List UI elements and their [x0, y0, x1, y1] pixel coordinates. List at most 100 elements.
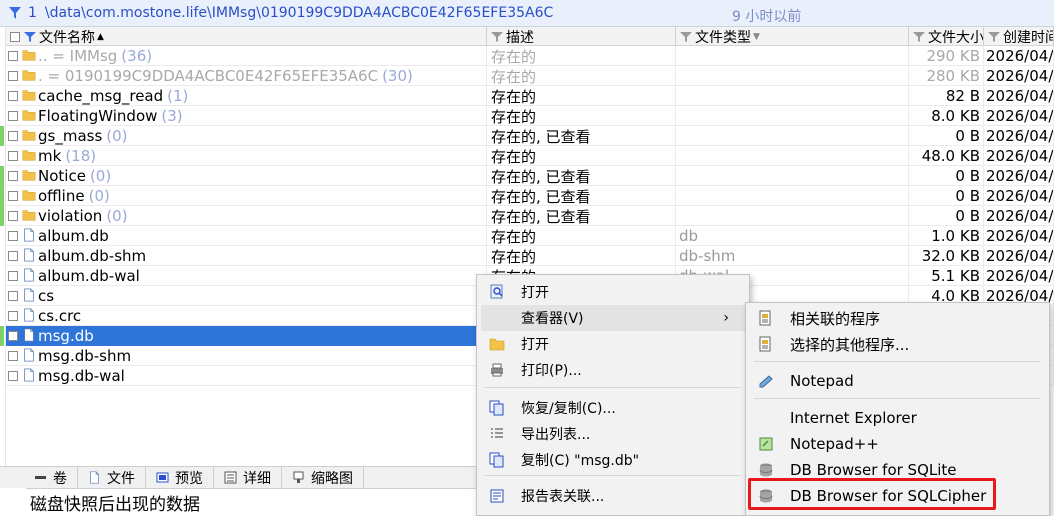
menu-item-label: 打开	[521, 285, 549, 301]
menu-item[interactable]: 恢复/复制(C)...	[477, 395, 749, 421]
folder-icon	[22, 88, 36, 104]
filter-icon[interactable]	[680, 31, 692, 43]
row-checkbox[interactable]	[8, 191, 18, 201]
row-checkbox[interactable]	[8, 331, 18, 341]
table-row[interactable]: album.db-shm 存在的db-shm32.0 KB2026/04/2	[6, 246, 1054, 266]
row-checkbox[interactable]	[8, 291, 18, 301]
row-checkbox[interactable]	[8, 231, 18, 241]
table-row[interactable]: mk(18)存在的48.0 KB2026/04/2	[6, 146, 1054, 166]
column-type[interactable]: 文件类型 ▼	[676, 27, 909, 46]
row-checkbox[interactable]	[8, 51, 18, 61]
submenu-item[interactable]: Notepad	[746, 368, 1049, 394]
name-cell[interactable]: album.db	[6, 226, 487, 246]
name-cell[interactable]: cache_msg_read (1)	[6, 86, 487, 106]
tab-volume[interactable]: 卷	[0, 467, 78, 488]
file-name: offline	[38, 187, 85, 205]
menu-item[interactable]: 打印(P)...	[477, 357, 749, 383]
file-name: msg.db-shm	[38, 347, 132, 365]
row-checkbox[interactable]	[8, 271, 18, 281]
table-row[interactable]: cache_msg_read(1)存在的82 B2026/04/2	[6, 86, 1054, 106]
created-cell: 2026/04/2	[986, 86, 1054, 106]
name-cell[interactable]: FloatingWindow (3)	[6, 106, 487, 126]
name-cell[interactable]: msg.db-wal	[6, 366, 487, 386]
table-row[interactable]: FloatingWindow(3)存在的8.0 KB2026/04/2	[6, 106, 1054, 126]
filter-icon[interactable]	[491, 31, 503, 43]
row-checkbox[interactable]	[8, 351, 18, 361]
name-cell[interactable]: cs	[6, 286, 487, 306]
row-checkbox[interactable]	[8, 91, 18, 101]
submenu-item[interactable]: 相关联的程序	[746, 305, 1049, 331]
sort-asc-icon: ▲	[97, 31, 104, 42]
filter-icon[interactable]	[913, 31, 925, 43]
name-cell[interactable]: . = 0190199C9DDA4ACBC0E42F65EFE35A6C (30)	[6, 66, 487, 86]
submenu-item[interactable]: Notepad++	[746, 431, 1049, 457]
column-description[interactable]: 描述	[487, 27, 676, 46]
filter-icon[interactable]	[24, 31, 36, 43]
name-cell[interactable]: msg.db-shm	[6, 346, 487, 366]
item-count: (1)	[167, 87, 189, 105]
table-row[interactable]: . = 0190199C9DDA4ACBC0E42F65EFE35A6C (30)…	[6, 66, 1054, 86]
menu-item-label: 打开	[521, 337, 549, 353]
menu-item[interactable]: 报告表关联...	[477, 483, 749, 509]
tab-preview[interactable]: 预览	[146, 467, 214, 488]
filter-icon[interactable]	[8, 6, 22, 20]
row-checkbox[interactable]	[8, 311, 18, 321]
row-checkbox[interactable]	[8, 111, 18, 121]
name-cell[interactable]: offline (0)	[6, 186, 487, 206]
filter-icon[interactable]	[988, 31, 1000, 43]
table-row[interactable]: album.db 存在的db1.0 KB2026/04/2	[6, 226, 1054, 246]
submenu-item[interactable]: 选择的其他程序...	[746, 331, 1049, 357]
row-checkbox[interactable]	[8, 371, 18, 381]
tab-thumbnail[interactable]: 缩略图	[282, 467, 364, 488]
database-icon	[758, 462, 774, 478]
name-cell[interactable]: gs_mass (0)	[6, 126, 487, 146]
path-time: 9 小时以前	[732, 9, 802, 25]
file-name: album.db-wal	[38, 267, 140, 285]
created-cell: 2026/04/2	[986, 226, 1054, 246]
table-row[interactable]: .. = IMMsg(36)存在的290 KB2026/04/2	[6, 46, 1054, 66]
submenu-item[interactable]: Internet Explorer	[746, 405, 1049, 431]
type-cell: db-shm	[676, 246, 909, 266]
tab-file[interactable]: 文件	[78, 467, 146, 488]
name-cell[interactable]: msg.db	[6, 326, 487, 346]
column-created[interactable]: 创建时间	[984, 27, 1054, 46]
name-cell[interactable]: .. = IMMsg (36)	[6, 46, 487, 66]
tab-label: 卷	[53, 470, 67, 487]
name-cell[interactable]: mk (18)	[6, 146, 487, 166]
row-checkbox[interactable]	[8, 171, 18, 181]
row-checkbox[interactable]	[8, 211, 18, 221]
name-cell[interactable]: album.db-wal	[6, 266, 487, 286]
row-checkbox[interactable]	[8, 251, 18, 261]
tab-details[interactable]: 详细	[214, 467, 282, 488]
description-cell: 存在的, 已查看	[487, 186, 676, 206]
file-icon	[22, 268, 36, 284]
menu-item[interactable]: 复制(C) "msg.db"	[477, 447, 749, 473]
table-row[interactable]: Notice(0)存在的, 已查看0 B2026/04/2	[0, 166, 1054, 186]
menu-item[interactable]: 打开	[477, 331, 749, 357]
file-name: violation	[38, 207, 103, 225]
menu-item[interactable]: 打开	[477, 279, 749, 305]
row-checkbox[interactable]	[8, 71, 18, 81]
row-checkbox[interactable]	[8, 131, 18, 141]
size-cell: 0 B	[909, 186, 984, 206]
table-row[interactable]: violation(0)存在的, 已查看0 B2026/04/2	[0, 206, 1054, 226]
created-cell: 2026/04/2	[986, 266, 1054, 286]
row-checkbox[interactable]	[8, 151, 18, 161]
name-cell[interactable]: cs.crc	[6, 306, 487, 326]
column-name[interactable]: 文件名称 ▲	[6, 27, 487, 46]
created-cell: 2026/04/2	[986, 186, 1054, 206]
table-row[interactable]: gs_mass(0)存在的, 已查看0 B2026/04/2	[0, 126, 1054, 146]
select-all-checkbox[interactable]	[10, 31, 20, 42]
name-cell[interactable]: violation (0)	[6, 206, 487, 226]
menu-item[interactable]: 导出列表...	[477, 421, 749, 447]
folder-icon	[22, 128, 36, 144]
name-cell[interactable]: album.db-shm	[6, 246, 487, 266]
table-row[interactable]: offline(0)存在的, 已查看 0 B2026/04/2	[0, 186, 1054, 206]
name-cell[interactable]: Notice (0)	[6, 166, 487, 186]
viewed-marker	[0, 326, 4, 346]
type-cell	[676, 146, 909, 166]
item-count: (3)	[161, 107, 183, 125]
column-size-label: 文件大小	[928, 29, 984, 46]
menu-item[interactable]: 查看器(V) ›	[481, 305, 745, 331]
column-size[interactable]: 文件大小	[909, 27, 984, 46]
